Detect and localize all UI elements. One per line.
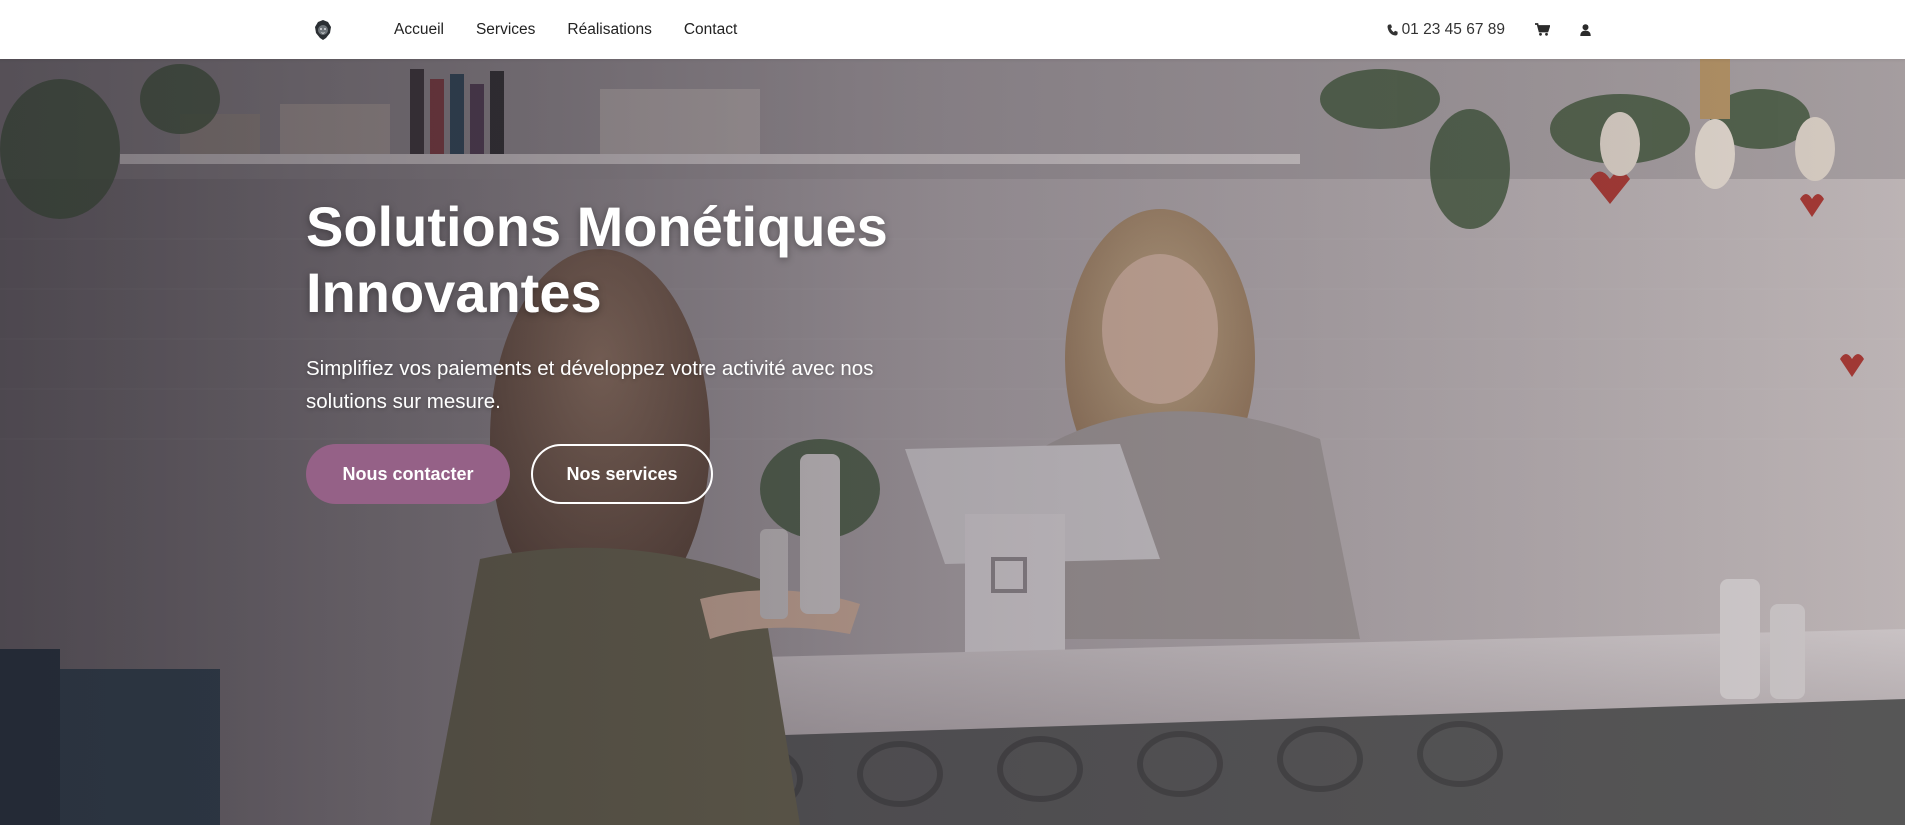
- hero-buttons: Nous contacter Nos services: [306, 444, 946, 504]
- cart-button[interactable]: [1535, 23, 1550, 36]
- hero-title-line-2: Innovantes: [306, 261, 602, 324]
- phone-link[interactable]: 01 23 45 67 89: [1387, 21, 1505, 39]
- main-nav: Accueil Services Réalisations Contact: [394, 0, 769, 59]
- hero-subtitle: Simplifiez vos paiements et développez v…: [306, 357, 874, 413]
- hero-section: Solutions Monétiques Innovantes Simplifi…: [0, 59, 1905, 825]
- top-navbar: Accueil Services Réalisations Contact 01…: [0, 0, 1905, 59]
- lion-head-icon[interactable]: [313, 19, 333, 41]
- hero-title-line-1: Solutions Monétiques: [306, 195, 888, 258]
- account-button[interactable]: [1580, 23, 1591, 36]
- services-button[interactable]: Nos services: [531, 444, 713, 504]
- hero-overlay: [0, 59, 1905, 825]
- user-icon: [1580, 23, 1591, 36]
- phone-icon: [1387, 24, 1398, 36]
- phone-number: 01 23 45 67 89: [1401, 20, 1505, 38]
- nav-link-contact[interactable]: Contact: [684, 21, 737, 39]
- cart-icon: [1535, 23, 1550, 36]
- contact-button[interactable]: Nous contacter: [306, 444, 510, 504]
- hero-content: Solutions Monétiques Innovantes Simplifi…: [306, 194, 946, 504]
- nav-link-accueil[interactable]: Accueil: [394, 21, 444, 39]
- hero-title: Solutions Monétiques Innovantes: [306, 194, 946, 326]
- nav-link-realisations[interactable]: Réalisations: [567, 21, 651, 39]
- nav-link-services[interactable]: Services: [476, 21, 535, 39]
- nav-right: 01 23 45 67 89: [1387, 0, 1591, 59]
